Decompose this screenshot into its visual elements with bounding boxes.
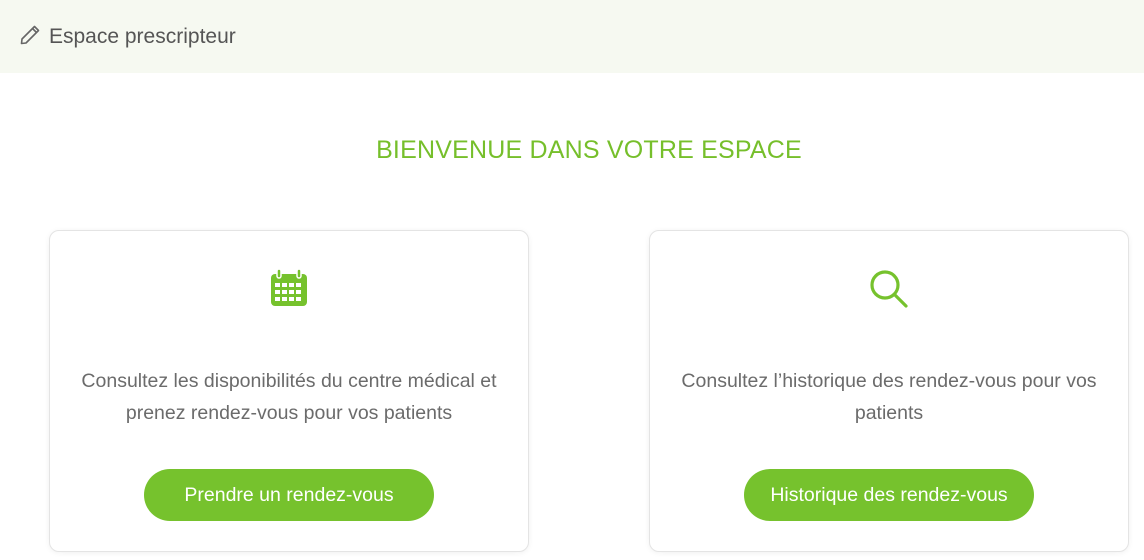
book-appointment-card: Consultez les disponibilités du centre m… bbox=[49, 230, 529, 552]
header-bar: Espace prescripteur bbox=[0, 0, 1144, 73]
calendar-icon bbox=[267, 267, 311, 311]
card-description: Consultez les disponibilités du centre m… bbox=[81, 370, 497, 424]
welcome-heading: BIENVENUE DANS VOTRE ESPACE bbox=[376, 136, 802, 164]
pencil-icon bbox=[20, 25, 40, 45]
appointment-history-button[interactable]: Historique des rendez-vous bbox=[744, 469, 1034, 521]
appointment-history-card: Consultez l’historique des rendez-vous p… bbox=[649, 230, 1129, 552]
book-appointment-button[interactable]: Prendre un rendez-vous bbox=[144, 469, 434, 521]
page-title: Espace prescripteur bbox=[49, 24, 236, 48]
card-description: Consultez l’historique des rendez-vous p… bbox=[681, 370, 1097, 424]
search-icon bbox=[867, 267, 911, 311]
